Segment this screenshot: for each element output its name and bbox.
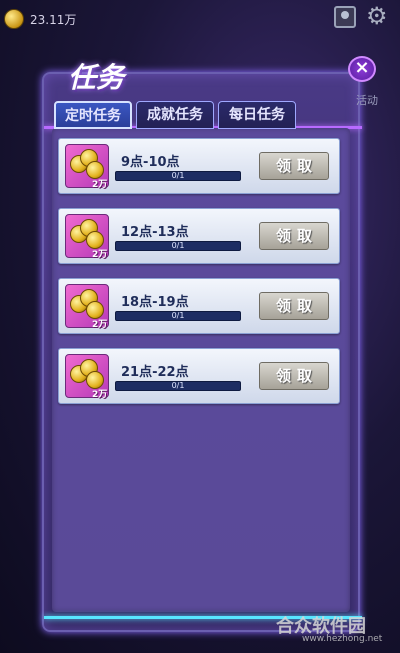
progress-text: 0/1 xyxy=(171,171,185,180)
claim-button[interactable]: 领取 xyxy=(259,362,329,390)
tab-daily-tasks[interactable]: 每日任务 xyxy=(218,101,296,129)
reward-amount: 2万 xyxy=(92,390,108,400)
reward-amount: 2万 xyxy=(92,180,108,190)
task-time: 18点-19点 xyxy=(121,295,189,310)
status-bar: 23.11万 ⚙ xyxy=(0,0,400,36)
task-row: 2万 12点-13点 0/1 领取 xyxy=(58,208,340,264)
progress-text: 0/1 xyxy=(171,241,185,250)
tab-achievement-tasks[interactable]: 成就任务 xyxy=(136,101,214,129)
close-button[interactable]: × xyxy=(348,56,376,82)
gold-coins-icon: 2万 xyxy=(65,144,109,190)
watermark-url: www.hezhong.net xyxy=(302,634,383,644)
reward-amount: 2万 xyxy=(92,320,108,330)
claim-button[interactable]: 领取 xyxy=(259,152,329,180)
dialog-title: 任务 xyxy=(68,61,125,94)
avatar-icon[interactable] xyxy=(334,6,356,28)
gold-coins-icon: 2万 xyxy=(65,284,109,330)
progress-bar: 0/1 xyxy=(115,311,241,321)
progress-text: 0/1 xyxy=(171,311,185,320)
task-time: 12点-13点 xyxy=(121,225,189,240)
claim-button[interactable]: 领取 xyxy=(259,222,329,250)
task-row: 2万 21点-22点 0/1 领取 xyxy=(58,348,340,404)
progress-bar: 0/1 xyxy=(115,381,241,391)
task-time: 21点-22点 xyxy=(121,365,189,380)
claim-button[interactable]: 领取 xyxy=(259,292,329,320)
coin-icon xyxy=(4,9,24,29)
side-label: 活动 xyxy=(356,94,378,107)
gold-coins-icon: 2万 xyxy=(65,214,109,260)
tab-timed-tasks[interactable]: 定时任务 xyxy=(54,101,132,129)
gold-coins-icon: 2万 xyxy=(65,354,109,400)
progress-bar: 0/1 xyxy=(115,241,241,251)
progress-text: 0/1 xyxy=(171,381,185,390)
gear-icon[interactable]: ⚙ xyxy=(366,4,388,28)
reward-amount: 2万 xyxy=(92,250,108,260)
task-row: 2万 9点-10点 0/1 领取 xyxy=(58,138,340,194)
progress-bar: 0/1 xyxy=(115,171,241,181)
balance-text: 23.11万 xyxy=(30,13,77,27)
task-time: 9点-10点 xyxy=(121,155,180,170)
task-row: 2万 18点-19点 0/1 领取 xyxy=(58,278,340,334)
